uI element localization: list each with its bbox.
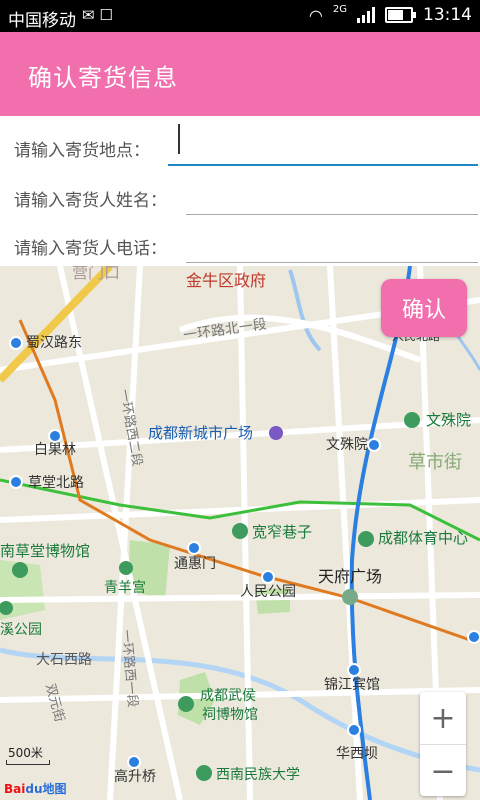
map-label: 文殊院	[426, 411, 471, 429]
carrier-name: 中国移动	[8, 11, 76, 31]
map-label: 金牛区政府	[186, 272, 266, 290]
text-cursor	[178, 124, 180, 154]
baidu-map-logo: Baidu地图	[4, 780, 67, 797]
zoom-out-button[interactable]: −	[420, 745, 466, 797]
logo-du: du	[25, 782, 43, 796]
map-label: 宽窄巷子	[252, 523, 312, 541]
clock: 13:14	[423, 5, 472, 25]
status-bar: 中国移动 ✉︎ ☐ ◠ 2G 13:14	[0, 0, 480, 32]
map-label: 青羊宫	[104, 579, 146, 595]
map-label: 草堂北路	[28, 474, 84, 490]
map-canvas[interactable]: 营门口 金牛区政府 蜀汉路东 一环路北一段 人民北路 成都新城市广场 文殊院 文…	[0, 266, 480, 800]
page-title: 确认寄货信息	[28, 64, 178, 92]
confirm-button[interactable]: 确认	[381, 279, 467, 337]
map-label: 成都体育中心	[378, 530, 468, 547]
map-label: 西南民族大学	[216, 766, 300, 782]
map-label: 大石西路	[36, 651, 92, 667]
map-scale-label: 500米	[8, 746, 43, 760]
map-label: 溪公园	[0, 621, 42, 637]
name-input[interactable]	[186, 178, 478, 215]
phone-row: 请输入寄货人电话：	[0, 218, 480, 266]
location-label: 请输入寄货地点：	[14, 141, 150, 161]
zoom-in-button[interactable]: +	[420, 692, 466, 744]
map-label: 草市街	[408, 452, 462, 472]
wechat-icon: ✉︎ ☐	[82, 6, 113, 24]
phone-label: 请输入寄货人电话：	[14, 239, 167, 259]
battery-icon	[385, 7, 416, 23]
app-bar: 确认寄货信息	[0, 32, 480, 116]
status-right: ◠ 2G 13:14	[308, 3, 472, 26]
logo-bai: Bai	[4, 782, 26, 796]
name-label: 请输入寄货人姓名：	[14, 191, 167, 211]
location-input[interactable]	[168, 128, 478, 166]
location-row: 请输入寄货地点：	[0, 120, 480, 168]
name-row: 请输入寄货人姓名：	[0, 170, 480, 218]
map-label: 华西坝	[336, 745, 378, 761]
map-label: 蜀汉路东	[26, 334, 82, 350]
wifi-icon: ◠	[308, 5, 323, 25]
map-label: 白果林	[34, 441, 76, 457]
map-label: 天府广场	[318, 568, 382, 586]
map-label: 南草堂博物馆	[0, 543, 90, 560]
zoom-control: + −	[420, 692, 466, 796]
map-label: 成都武侯	[200, 687, 256, 703]
map-label: 锦江宾馆	[324, 676, 380, 692]
map-label: 人民公园	[240, 583, 296, 599]
map-label: 文殊院	[326, 436, 368, 452]
map-label: 通惠门	[174, 555, 216, 571]
shipping-form: 请输入寄货地点： 请输入寄货人姓名： 请输入寄货人电话：	[0, 116, 480, 266]
logo-map: 地图	[42, 782, 67, 796]
map-scale-bar	[6, 760, 50, 765]
signal-icon	[357, 7, 375, 23]
phone-input[interactable]	[186, 226, 478, 263]
map-view[interactable]: 营门口 金牛区政府 蜀汉路东 一环路北一段 人民北路 成都新城市广场 文殊院 文…	[0, 266, 480, 800]
map-label: 成都新城市广场	[148, 425, 253, 442]
network-type: 2G	[332, 3, 347, 15]
map-label: 营门口	[72, 266, 120, 282]
map-label: 高升桥	[114, 768, 156, 784]
map-label: 祠博物馆	[202, 706, 258, 722]
